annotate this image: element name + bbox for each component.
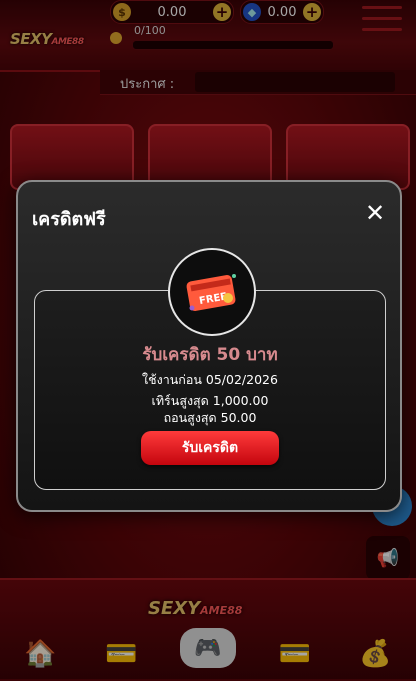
max-withdraw-text: ถอนสูงสุด 50.00 <box>163 410 257 425</box>
claim-credit-button[interactable]: รับเครดิต <box>141 431 279 465</box>
offer-title: รับเครดิต 50 บาท <box>142 345 278 365</box>
free-credit-card-icon: FREE <box>168 248 256 336</box>
modal-title: เครดิตฟรี <box>32 209 106 230</box>
free-credit-modal: เครดิตฟรี ✕ รับเครดิต 50 บาท ใช้งานก่อน … <box>16 180 402 512</box>
close-icon[interactable]: ✕ <box>362 199 388 227</box>
valid-before-text: ใช้งานก่อน 05/02/2026 <box>142 372 278 387</box>
